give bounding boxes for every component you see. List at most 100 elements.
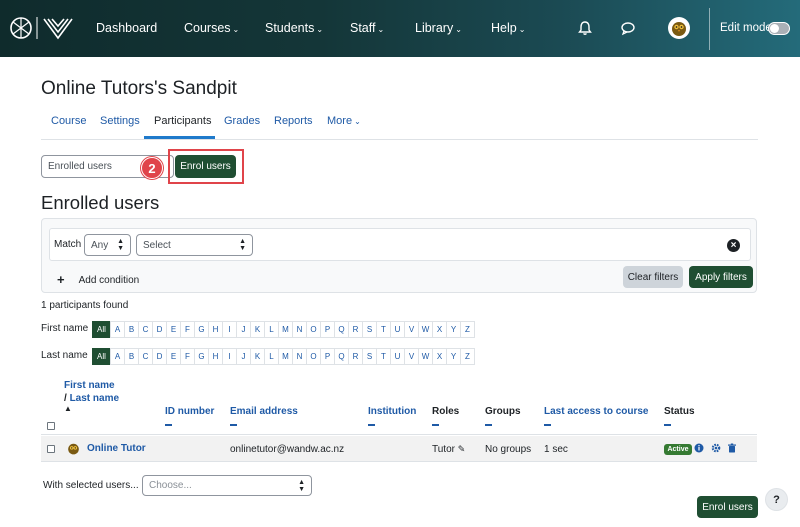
edit-mode-toggle[interactable] xyxy=(768,22,790,35)
initial-letter-button[interactable]: S xyxy=(362,348,377,365)
initial-letter-button[interactable]: T xyxy=(376,348,391,365)
initial-letter-button[interactable]: B xyxy=(124,321,139,338)
tab-participants[interactable]: Participants xyxy=(154,115,211,127)
initial-letter-button[interactable]: G xyxy=(194,321,209,338)
initial-letter-button[interactable]: Z xyxy=(460,321,475,338)
nav-dashboard[interactable]: Dashboard xyxy=(96,21,157,35)
notification-bell-icon[interactable] xyxy=(578,20,592,36)
participant-groups: No groups xyxy=(485,444,532,455)
clear-filters-button[interactable]: Clear filters xyxy=(623,266,683,288)
initial-letter-button[interactable]: Y xyxy=(446,348,461,365)
initial-letter-button[interactable]: C xyxy=(138,348,153,365)
initial-letter-button[interactable]: Q xyxy=(334,348,349,365)
initial-letter-button[interactable]: Z xyxy=(460,348,475,365)
initial-letter-button[interactable]: X xyxy=(432,321,447,338)
nav-courses[interactable]: Courses ⌄ xyxy=(184,21,239,35)
initial-letter-button[interactable]: W xyxy=(418,348,433,365)
initial-letter-button[interactable]: L xyxy=(264,348,279,365)
select-arrows-icon: ▲ ▼ xyxy=(117,238,124,252)
th-last-access[interactable]: Last access to course xyxy=(544,406,649,417)
initial-letter-button[interactable]: C xyxy=(138,321,153,338)
apply-filters-button[interactable]: Apply filters xyxy=(689,266,753,288)
page-title: Online Tutors's Sandpit xyxy=(41,78,237,99)
gear-icon[interactable] xyxy=(711,443,721,453)
initial-letter-button[interactable]: L xyxy=(264,321,279,338)
initial-letter-button[interactable]: R xyxy=(348,321,363,338)
initial-letter-button[interactable]: I xyxy=(222,321,237,338)
nav-help[interactable]: Help ⌄ xyxy=(491,21,525,35)
initial-letter-button[interactable]: J xyxy=(236,321,251,338)
initial-letter-button[interactable]: G xyxy=(194,348,209,365)
th-id-number[interactable]: ID number xyxy=(165,406,214,417)
th-email[interactable]: Email address xyxy=(230,406,298,417)
initial-letter-button[interactable]: Q xyxy=(334,321,349,338)
initial-letter-button[interactable]: O xyxy=(306,348,321,365)
initial-letter-button[interactable]: R xyxy=(348,348,363,365)
initial-letter-button[interactable]: E xyxy=(166,321,181,338)
add-condition-button[interactable]: + Add condition xyxy=(57,272,139,287)
nav-students[interactable]: Students ⌄ xyxy=(265,21,323,35)
initial-letter-button[interactable]: T xyxy=(376,321,391,338)
tab-course[interactable]: Course xyxy=(51,115,86,127)
add-condition-label: Add condition xyxy=(78,275,140,286)
edit-mode-label: Edit mode xyxy=(720,22,772,34)
tab-settings[interactable]: Settings xyxy=(100,115,140,127)
filter-type-select[interactable]: Select ▲ ▼ xyxy=(136,234,253,256)
initial-letter-button[interactable]: H xyxy=(208,321,223,338)
initial-letter-button[interactable]: K xyxy=(250,348,265,365)
site-logo[interactable] xyxy=(10,14,76,42)
nav-staff[interactable]: Staff ⌄ xyxy=(350,21,384,35)
info-icon[interactable] xyxy=(694,443,704,453)
tab-reports[interactable]: Reports xyxy=(274,115,313,127)
initial-letter-button[interactable]: P xyxy=(320,321,335,338)
sort-asc-icon: ▲ xyxy=(64,404,72,413)
th-institution[interactable]: Institution xyxy=(368,406,416,417)
initial-letter-button[interactable]: V xyxy=(404,348,419,365)
initial-letter-button[interactable]: K xyxy=(250,321,265,338)
initial-letter-button[interactable]: D xyxy=(152,348,167,365)
select-all-checkbox[interactable] xyxy=(47,422,55,430)
initial-all-button[interactable]: All xyxy=(92,321,111,338)
row-select-checkbox[interactable] xyxy=(47,445,55,453)
initial-letter-button[interactable]: A xyxy=(110,321,125,338)
help-button[interactable]: ? xyxy=(765,488,788,511)
initial-letter-button[interactable]: D xyxy=(152,321,167,338)
initial-letter-button[interactable]: Y xyxy=(446,321,461,338)
initial-letter-button[interactable]: V xyxy=(404,321,419,338)
initial-letter-button[interactable]: N xyxy=(292,321,307,338)
initial-letter-button[interactable]: P xyxy=(320,348,335,365)
initial-letter-button[interactable]: J xyxy=(236,348,251,365)
footer-enrol-users-button[interactable]: Enrol users xyxy=(697,496,758,518)
initial-letter-button[interactable]: X xyxy=(432,348,447,365)
messages-chat-icon[interactable] xyxy=(620,20,636,36)
enrol-users-button[interactable]: Enrol users xyxy=(175,155,236,178)
th-last-name[interactable]: Last name xyxy=(70,393,119,404)
initial-letter-button[interactable]: O xyxy=(306,321,321,338)
initial-letter-button[interactable]: F xyxy=(180,348,195,365)
initial-letter-button[interactable]: B xyxy=(124,348,139,365)
initial-letter-button[interactable]: S xyxy=(362,321,377,338)
match-select[interactable]: Any ▲ ▼ xyxy=(84,234,131,256)
trash-icon[interactable] xyxy=(727,443,737,453)
initial-letter-button[interactable]: F xyxy=(180,321,195,338)
edit-pencil-icon[interactable]: ✎ xyxy=(458,444,466,454)
tab-more[interactable]: More ⌄ xyxy=(327,115,361,127)
initial-letter-button[interactable]: W xyxy=(418,321,433,338)
participant-name-link[interactable]: Online Tutor xyxy=(87,443,146,454)
initial-letter-button[interactable]: M xyxy=(278,321,293,338)
initial-letter-button[interactable]: H xyxy=(208,348,223,365)
bulk-action-select[interactable]: Choose... ▲ ▼ xyxy=(142,475,312,496)
initial-letter-button[interactable]: N xyxy=(292,348,307,365)
nav-library[interactable]: Library ⌄ xyxy=(415,21,462,35)
initial-letter-button[interactable]: M xyxy=(278,348,293,365)
tab-grades[interactable]: Grades xyxy=(224,115,260,127)
initial-letter-button[interactable]: U xyxy=(390,321,405,338)
remove-filter-icon[interactable]: × xyxy=(727,239,740,252)
user-avatar[interactable] xyxy=(668,17,690,39)
initial-letter-button[interactable]: A xyxy=(110,348,125,365)
initial-all-button[interactable]: All xyxy=(92,348,111,365)
initial-letter-button[interactable]: I xyxy=(222,348,237,365)
initial-letter-button[interactable]: E xyxy=(166,348,181,365)
initial-letter-button[interactable]: U xyxy=(390,348,405,365)
th-first-name[interactable]: First name xyxy=(64,380,115,391)
